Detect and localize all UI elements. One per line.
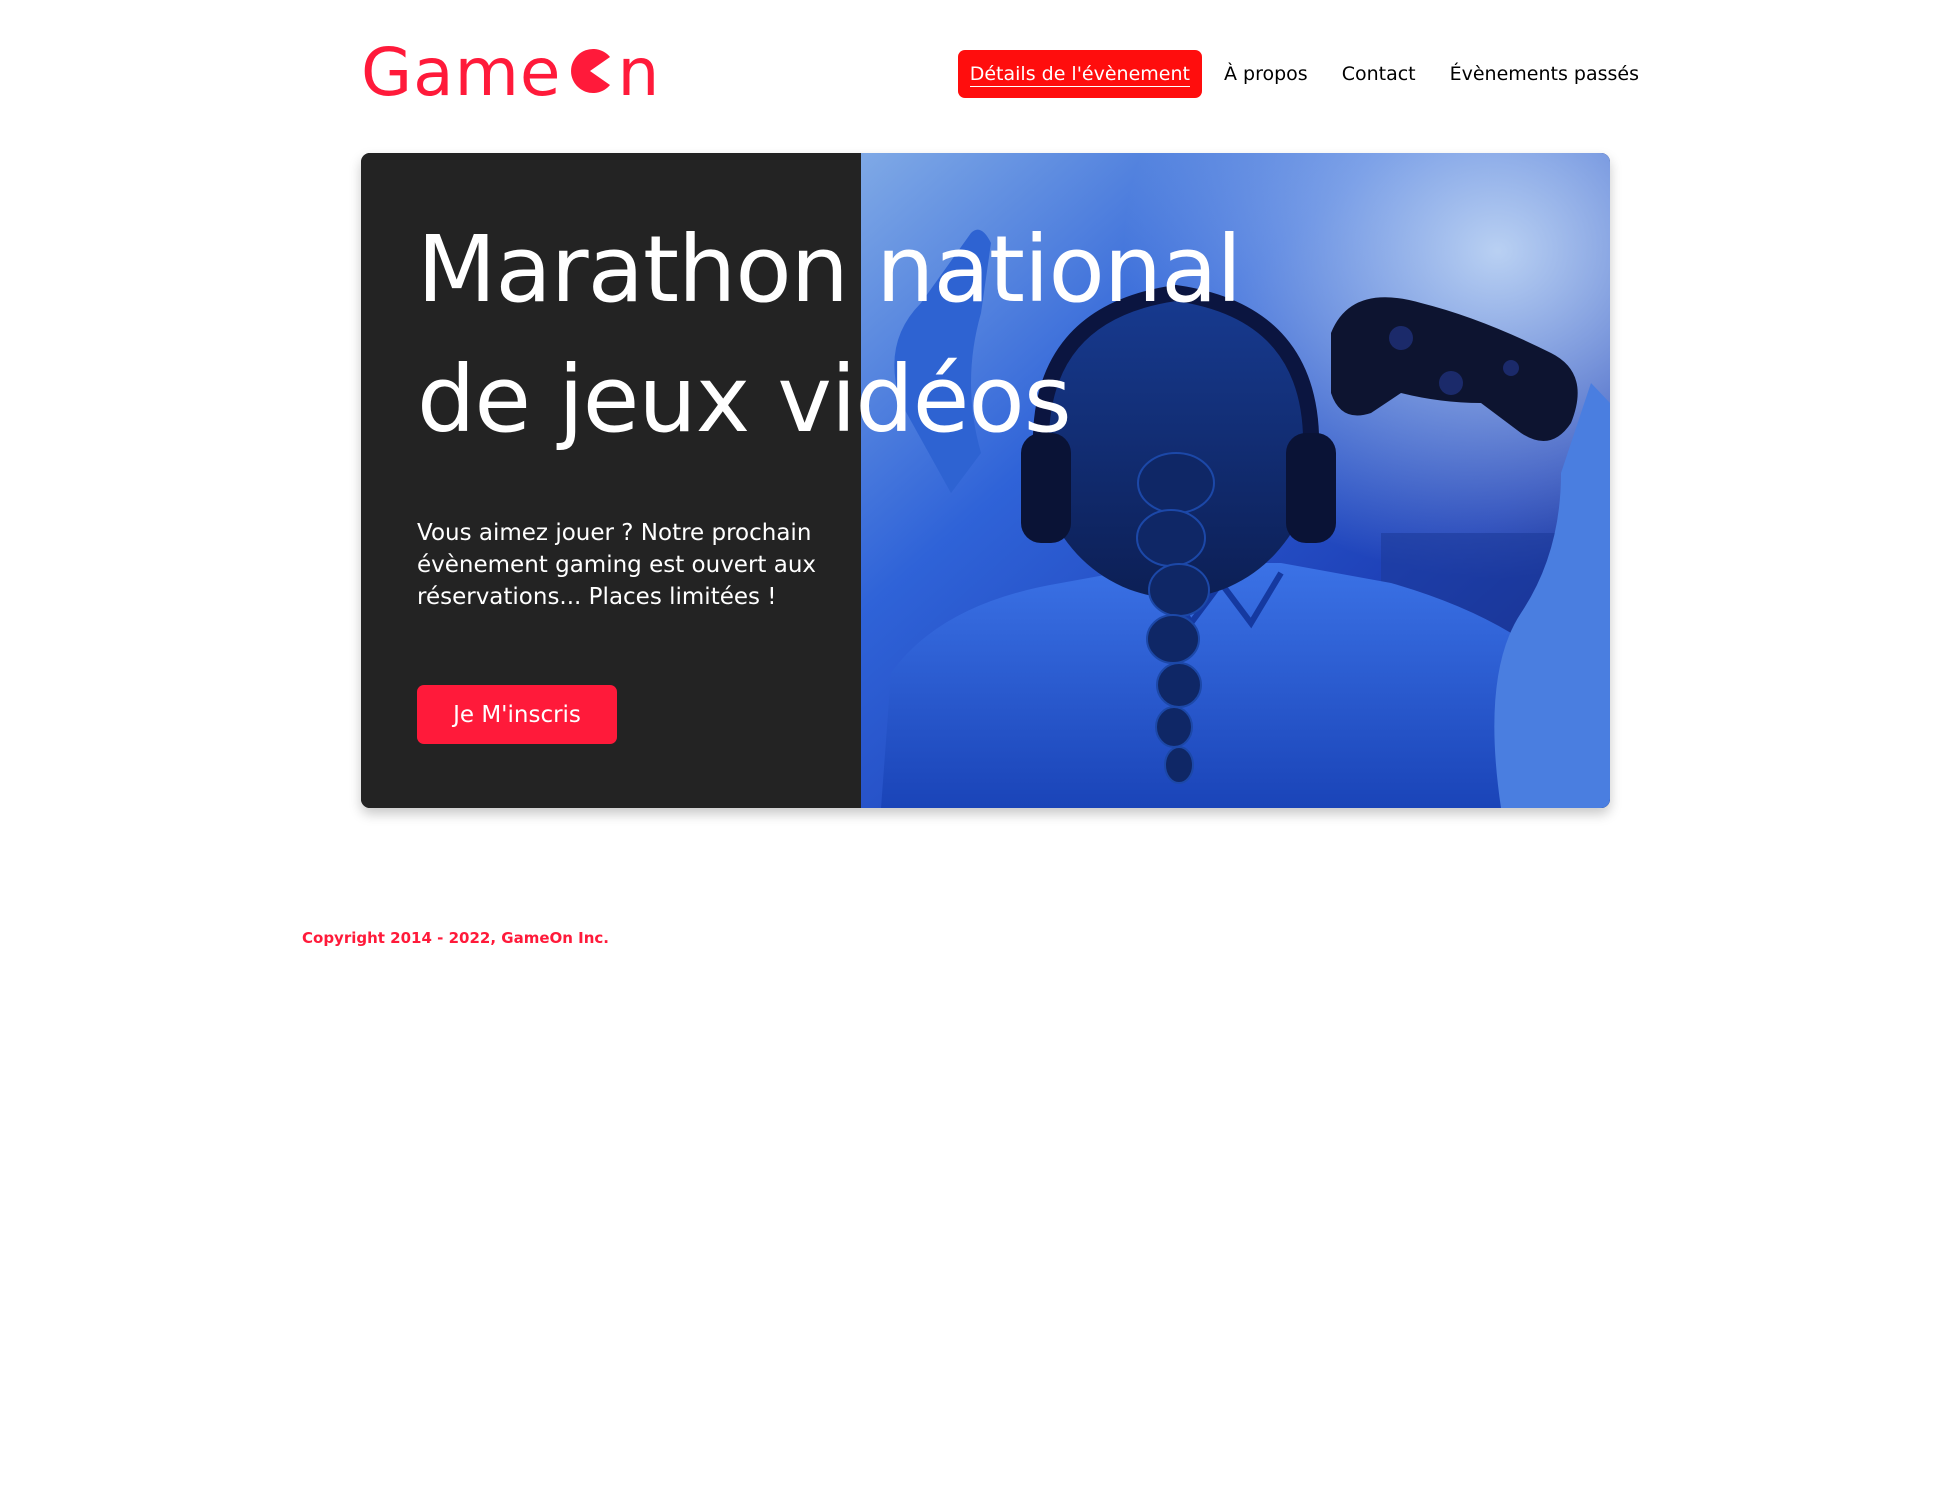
hero-title-line1: Marathon national xyxy=(417,216,1242,323)
gameon-logo[interactable]: Game n xyxy=(361,38,660,108)
logo-text-start: Game xyxy=(361,34,562,111)
nav-item-event-details[interactable]: Détails de l'évènement xyxy=(957,50,1202,98)
hero-description: Vous aimez jouer ? Notre prochain évènem… xyxy=(417,520,817,610)
hero-title: Marathon national de jeux vidéos xyxy=(417,205,1517,465)
nav-item-contact[interactable]: Contact xyxy=(1330,50,1428,98)
nav-item-about[interactable]: À propos xyxy=(1212,50,1320,98)
site-header: Game n Détails de l'évènement À propos C… xyxy=(361,38,1651,108)
main-nav: Détails de l'évènement À propos Contact … xyxy=(957,50,1651,98)
hero-section: Marathon national de jeux vidéos Vous ai… xyxy=(361,153,1610,808)
nav-item-past-events[interactable]: Évènements passés xyxy=(1438,50,1651,98)
hero-title-line2: de jeux vidéos xyxy=(417,346,1072,453)
register-button[interactable]: Je M'inscris xyxy=(417,685,617,744)
pacman-o-icon xyxy=(570,49,610,93)
footer-copyright: Copyright 2014 - 2022, GameOn Inc. xyxy=(302,929,610,947)
logo-text-end: n xyxy=(617,34,661,111)
